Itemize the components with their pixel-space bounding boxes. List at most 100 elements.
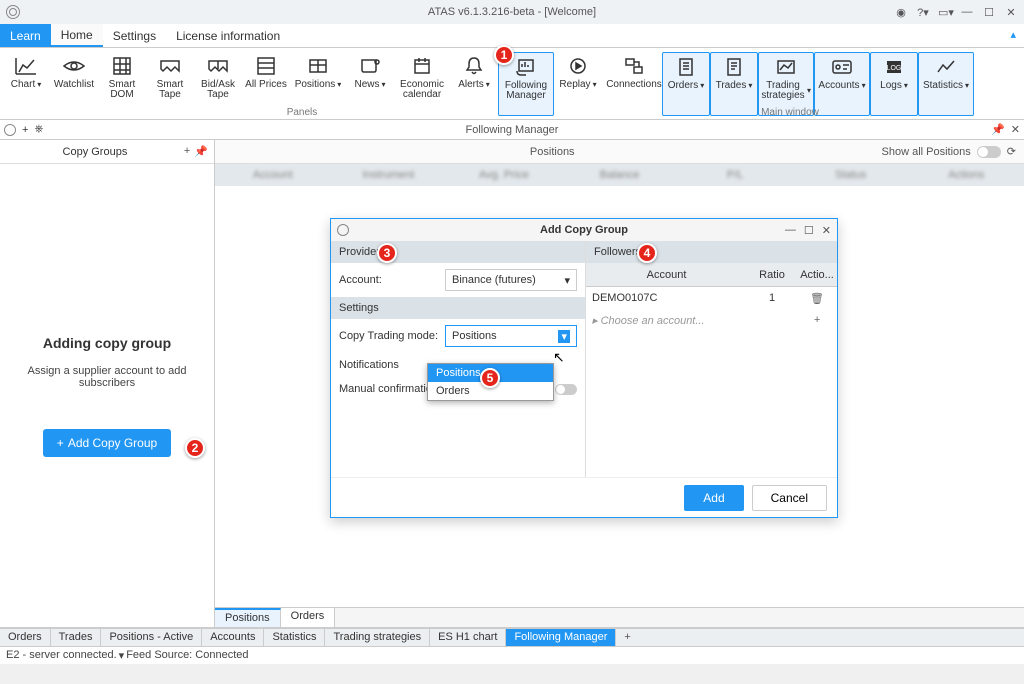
tab-settings[interactable]: Settings bbox=[103, 24, 166, 47]
add-follower-icon[interactable]: + bbox=[797, 314, 837, 326]
ribbon-collapse-icon[interactable]: ▴ bbox=[1002, 24, 1024, 47]
copy-mode-select[interactable]: Positions▾ bbox=[445, 325, 577, 347]
plus-icon: + bbox=[57, 436, 64, 450]
chevron-down-icon: ▾ bbox=[558, 330, 570, 343]
modal-add-button[interactable]: Add bbox=[684, 485, 743, 511]
accounts-icon bbox=[830, 55, 854, 79]
panel-add-icon[interactable]: + bbox=[22, 124, 28, 136]
sidebar-pin-icon[interactable]: 📌 bbox=[194, 145, 208, 158]
modal-close-icon[interactable]: ✕ bbox=[822, 224, 831, 237]
list-icon bbox=[254, 54, 278, 78]
close-icon[interactable]: ✕ bbox=[1004, 6, 1018, 19]
grid-icon bbox=[110, 54, 134, 78]
bottom-tab-accounts[interactable]: Accounts bbox=[202, 629, 264, 646]
followers-header: Followers bbox=[586, 241, 837, 263]
panel-toolbar: + ⎈ Following Manager 📌 ✕ bbox=[0, 120, 1024, 140]
sidebar-title: Copy Groups bbox=[6, 146, 184, 158]
bidask-icon bbox=[206, 54, 230, 78]
sidebar-add-icon[interactable]: + bbox=[184, 145, 190, 158]
tab-license[interactable]: License information bbox=[166, 24, 290, 47]
news-icon bbox=[358, 54, 382, 78]
bottom-tab-trades[interactable]: Trades bbox=[51, 629, 102, 646]
pin-icon[interactable]: 📌 bbox=[991, 123, 1005, 136]
status-dropdown-icon[interactable]: ▾ bbox=[119, 649, 125, 662]
refresh-icon[interactable]: ⟳ bbox=[1007, 145, 1016, 158]
app-logo-icon bbox=[6, 5, 20, 19]
maximize-icon[interactable]: ☐ bbox=[982, 6, 996, 19]
tape-icon bbox=[158, 54, 182, 78]
callout-1: 1 bbox=[494, 45, 514, 65]
bottom-tab-strategies[interactable]: Trading strategies bbox=[325, 629, 430, 646]
callout-4: 4 bbox=[637, 243, 657, 263]
bottom-tab-following[interactable]: Following Manager bbox=[506, 629, 616, 646]
account-select[interactable]: Binance (futures)▾ bbox=[445, 269, 577, 291]
callout-3: 3 bbox=[377, 243, 397, 263]
statistics-icon bbox=[934, 55, 958, 79]
svg-text:LOG: LOG bbox=[887, 65, 902, 72]
positions-columns: Account Instrument Avg. Price Balance P/… bbox=[215, 164, 1024, 186]
bottom-tab-add[interactable]: + bbox=[616, 629, 638, 646]
sidebar-desc: Assign a supplier account to add subscri… bbox=[12, 365, 202, 389]
bottom-tabs: Orders Trades Positions - Active Account… bbox=[0, 628, 1024, 646]
panel-title: Following Manager bbox=[466, 124, 559, 136]
content-subtabs: Positions Orders bbox=[215, 607, 1024, 627]
modal-title: Add Copy Group bbox=[540, 224, 628, 236]
choose-account-row[interactable]: ▸ Choose an account... + bbox=[586, 309, 837, 331]
col-account: Account bbox=[586, 269, 747, 281]
follower-row[interactable]: DEMO0107C 1 🗑 bbox=[586, 287, 837, 309]
callout-5: 5 bbox=[480, 368, 500, 388]
positions-title: Positions bbox=[223, 146, 882, 158]
show-all-label: Show all Positions bbox=[882, 146, 971, 158]
account-label: Account: bbox=[339, 274, 439, 286]
sidebar-heading: Adding copy group bbox=[43, 335, 171, 351]
notifications-label: Notifications bbox=[339, 359, 439, 371]
modal-maximize-icon[interactable]: ☐ bbox=[804, 224, 814, 237]
eye-icon bbox=[62, 54, 86, 78]
trades-icon bbox=[722, 55, 746, 79]
window-title: ATAS v6.1.3.216-beta - [Welcome] bbox=[428, 6, 596, 18]
ribbon-section-mainwindow: Main window bbox=[604, 107, 976, 118]
ribbon-section-panels: Panels bbox=[0, 107, 604, 118]
modal-minimize-icon[interactable]: — bbox=[785, 224, 796, 237]
show-all-toggle[interactable] bbox=[977, 146, 1001, 158]
modal-cancel-button[interactable]: Cancel bbox=[752, 485, 827, 511]
panel-close-icon[interactable]: ✕ bbox=[1011, 123, 1020, 136]
chevron-down-icon: ▾ bbox=[564, 274, 570, 287]
add-copy-group-button[interactable]: +Add Copy Group bbox=[43, 429, 171, 457]
panel-group-icon[interactable]: ⎈ bbox=[34, 123, 43, 136]
minimize-icon[interactable]: — bbox=[960, 6, 974, 18]
following-icon bbox=[514, 55, 538, 79]
logs-icon: LOG bbox=[882, 55, 906, 79]
tab-learn[interactable]: Learn bbox=[0, 24, 51, 47]
bottom-tab-chart[interactable]: ES H1 chart bbox=[430, 629, 506, 646]
tab-home[interactable]: Home bbox=[51, 24, 103, 47]
subtab-positions[interactable]: Positions bbox=[215, 608, 281, 627]
bottom-tab-orders[interactable]: Orders bbox=[0, 629, 51, 646]
menu-tabs: Learn Home Settings License information … bbox=[0, 24, 1024, 48]
status-bar: E2 - server connected. ▾ Feed Source: Co… bbox=[0, 646, 1024, 664]
orders-icon bbox=[674, 55, 698, 79]
provider-header: Provider bbox=[331, 241, 585, 263]
bottom-tab-statistics[interactable]: Statistics bbox=[264, 629, 325, 646]
chart-icon bbox=[14, 54, 38, 78]
manual-toggle[interactable] bbox=[555, 384, 577, 395]
window-titlebar: ATAS v6.1.3.216-beta - [Welcome] ◉ ?▾ ▭▾… bbox=[0, 0, 1024, 24]
copy-mode-label: Copy Trading mode: bbox=[339, 330, 439, 342]
delete-icon[interactable]: 🗑 bbox=[797, 292, 837, 305]
calendar-icon bbox=[410, 54, 434, 78]
panel-logo-icon bbox=[4, 124, 16, 136]
bell-icon bbox=[462, 54, 486, 78]
subtab-orders[interactable]: Orders bbox=[281, 608, 336, 627]
col-actions: Actio... bbox=[797, 269, 837, 281]
strategies-icon bbox=[774, 55, 798, 79]
settings-header: Settings bbox=[331, 297, 585, 319]
replay-icon bbox=[566, 54, 590, 78]
camera-icon[interactable]: ◉ bbox=[894, 6, 908, 19]
bottom-tab-positions-active[interactable]: Positions - Active bbox=[101, 629, 202, 646]
cursor-icon: ↖ bbox=[553, 349, 565, 366]
add-copy-group-modal: Add Copy Group — ☐ ✕ Provider Account: B… bbox=[330, 218, 838, 518]
col-ratio: Ratio bbox=[747, 269, 797, 281]
positions-icon bbox=[306, 54, 330, 78]
layout-icon[interactable]: ▭▾ bbox=[938, 6, 952, 19]
help-icon[interactable]: ?▾ bbox=[916, 6, 930, 19]
